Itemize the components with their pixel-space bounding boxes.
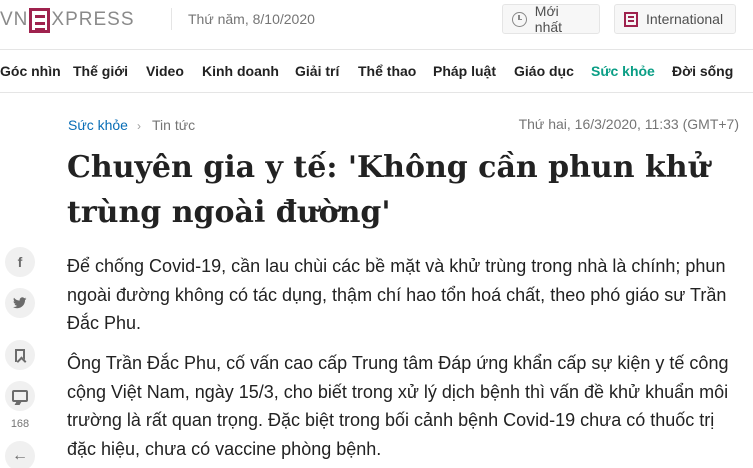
- international-button[interactable]: International: [614, 4, 736, 34]
- twitter-icon: [13, 297, 27, 309]
- latest-news-label: Mới nhất: [534, 3, 563, 35]
- logo-text-right: XPRESS: [51, 9, 135, 30]
- header-divider: [171, 8, 172, 30]
- nav-item-video[interactable]: Video: [146, 63, 184, 79]
- nav-item-giao-duc[interactable]: Giáo dục: [514, 63, 574, 79]
- bookmark-icon: [15, 348, 25, 362]
- facebook-share-button[interactable]: f: [5, 247, 35, 277]
- top-header: VN XPRESS Thứ năm, 8/10/2020 Mới nhất In…: [0, 0, 753, 38]
- twitter-share-button[interactable]: [5, 288, 35, 318]
- logo-text-left: VN: [0, 9, 29, 30]
- logo-e-mark: [29, 7, 51, 33]
- breadcrumb-section[interactable]: Sức khỏe: [68, 117, 128, 133]
- nav-item-goc-nhin[interactable]: Góc nhìn: [0, 63, 61, 79]
- international-e-icon: [624, 11, 638, 27]
- nav-item-doi-song[interactable]: Đời sống: [672, 63, 733, 79]
- nav-item-the-gioi[interactable]: Thế giới: [73, 63, 128, 79]
- breadcrumb-subsection[interactable]: Tin tức: [152, 117, 195, 133]
- nav-item-kinh-doanh[interactable]: Kinh doanh: [202, 63, 279, 79]
- back-button[interactable]: ←: [5, 441, 35, 468]
- publish-time: Thứ hai, 16/3/2020, 11:33 (GMT+7): [518, 116, 739, 132]
- current-date: Thứ năm, 8/10/2020: [188, 11, 315, 27]
- nav-item-giai-tri[interactable]: Giải trí: [295, 63, 339, 79]
- article-paragraph: Ông Trần Đắc Phu, cố vấn cao cấp Trung t…: [67, 353, 729, 459]
- vnexpress-logo[interactable]: VN XPRESS: [0, 7, 135, 33]
- comment-icon: [12, 390, 28, 402]
- latest-news-button[interactable]: Mới nhất: [502, 3, 600, 35]
- international-label: International: [646, 11, 724, 27]
- main-nav: Góc nhìn Thế giới Video Kinh doanh Giải …: [0, 49, 753, 93]
- save-article-button[interactable]: [5, 340, 35, 370]
- article-title: Chuyên gia y tế: 'Không cần phun khử trù…: [67, 150, 710, 230]
- article-lead: Để chống Covid-19, cần lau chùi các bề m…: [67, 256, 727, 333]
- nav-item-suc-khoe[interactable]: Sức khỏe: [591, 63, 655, 79]
- comments-button[interactable]: [5, 381, 35, 411]
- clock-icon: [512, 11, 527, 27]
- arrow-left-icon: ←: [12, 447, 28, 464]
- facebook-icon: f: [17, 254, 23, 270]
- nav-item-phap-luat[interactable]: Pháp luật: [433, 63, 496, 79]
- nav-item-the-thao[interactable]: Thể thao: [358, 63, 416, 79]
- comment-count: 168: [10, 418, 30, 430]
- chevron-right-icon: ›: [137, 119, 141, 133]
